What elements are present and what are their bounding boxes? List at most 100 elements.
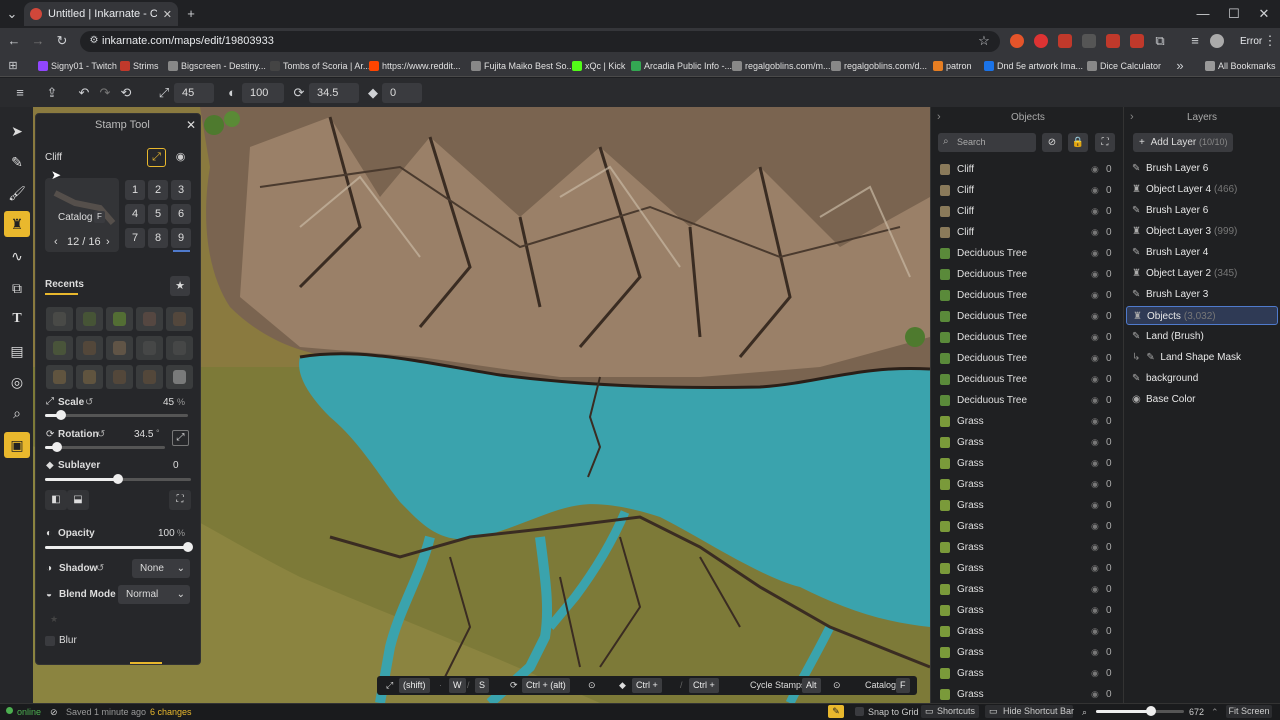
new-tab-icon[interactable]: + xyxy=(183,6,199,22)
edit-pencil-icon[interactable]: ✎ xyxy=(828,705,844,718)
blur-checkbox[interactable] xyxy=(45,636,55,646)
zoom-value[interactable]: 672 xyxy=(1189,705,1204,719)
url-field[interactable]: inkarnate.com/maps/edit/19803933 xyxy=(80,31,1000,52)
object-list-item[interactable]: Deciduous Tree ◉ 0 xyxy=(932,348,1122,369)
tab-list-icon[interactable]: ⌄ xyxy=(4,6,20,22)
notes-tool-icon[interactable]: ▤ xyxy=(4,338,30,364)
bookmark-item[interactable]: regalgoblins.com/d... xyxy=(831,58,927,74)
object-list-item[interactable]: Grass ◉ 0 xyxy=(932,558,1122,579)
layer-item[interactable]: ✎ Brush Layer 4 xyxy=(1126,243,1278,262)
extension-icon[interactable] xyxy=(1058,34,1072,48)
visibility-eye-icon[interactable]: ◉ xyxy=(1091,663,1099,684)
visibility-eye-icon[interactable]: ◉ xyxy=(1091,579,1099,600)
prev-page-icon[interactable]: ‹ xyxy=(54,236,58,248)
recent-stamp-thumbnail[interactable] xyxy=(46,365,73,389)
layer-item[interactable]: ♜ Object Layer 4 (466) xyxy=(1126,180,1278,199)
visibility-eye-icon[interactable]: ◉ xyxy=(1091,201,1099,222)
variation-button-5[interactable]: 5 xyxy=(148,204,168,224)
changes-count[interactable]: 6 changes xyxy=(150,705,192,719)
object-list-item[interactable]: Grass ◉ 0 xyxy=(932,537,1122,558)
rotation-slider-knob[interactable] xyxy=(52,442,62,452)
visibility-eye-icon[interactable]: ◉ xyxy=(1091,327,1099,348)
bookmark-item[interactable]: Arcadia Public Info -... xyxy=(631,58,732,74)
shortcuts-button[interactable]: ▭ Shortcuts xyxy=(921,705,979,718)
visibility-eye-icon[interactable]: ◉ xyxy=(1091,411,1099,432)
zoom-tool-icon[interactable]: ⌕ xyxy=(4,400,30,426)
hide-shortcut-bar-button[interactable]: ▭ Hide Shortcut Bar xyxy=(985,705,1074,718)
object-list-item[interactable]: Cliff ◉ 0 xyxy=(932,180,1122,201)
visibility-eye-icon[interactable]: ◉ xyxy=(1091,243,1099,264)
recent-stamp-thumbnail[interactable] xyxy=(76,336,103,360)
scale-slider-knob[interactable] xyxy=(55,410,66,420)
opacity-input[interactable]: 100 xyxy=(242,83,284,103)
object-list-item[interactable]: Deciduous Tree ◉ 0 xyxy=(932,306,1122,327)
apps-grid-icon[interactable]: ⊞ xyxy=(5,58,21,74)
next-page-icon[interactable]: › xyxy=(106,236,110,248)
export-icon[interactable]: ⇪ xyxy=(44,85,60,101)
extension-icon[interactable] xyxy=(1082,34,1096,48)
recent-stamp-thumbnail[interactable] xyxy=(136,336,163,360)
variation-button-6[interactable]: 6 xyxy=(171,204,191,224)
rotation-value[interactable]: 34.5 xyxy=(134,429,153,440)
variation-button-7[interactable]: 7 xyxy=(125,228,145,248)
snap-to-grid-label[interactable]: Snap to Grid xyxy=(868,705,919,719)
object-list-item[interactable]: Cliff ◉ 0 xyxy=(932,222,1122,243)
extension-icon[interactable] xyxy=(1034,34,1048,48)
layer-item[interactable]: ✎ Brush Layer 6 xyxy=(1126,159,1278,178)
color-palette-icon[interactable]: ◉ xyxy=(171,148,190,167)
visibility-eye-icon[interactable]: ◉ xyxy=(1091,180,1099,201)
maximize-icon[interactable]: ☐ xyxy=(1226,6,1242,22)
extension-icon[interactable] xyxy=(1130,34,1144,48)
visibility-eye-icon[interactable]: ◉ xyxy=(1091,285,1099,306)
recent-stamp-thumbnail[interactable] xyxy=(46,307,73,331)
globe-tool-icon[interactable]: ◎ xyxy=(4,369,30,395)
bookmark-item[interactable]: xQc | Kick xyxy=(572,58,625,74)
sublayer-input[interactable]: 0 xyxy=(382,83,422,103)
object-list-item[interactable]: Deciduous Tree ◉ 0 xyxy=(932,243,1122,264)
extension-icon[interactable] xyxy=(1010,34,1024,48)
save-tool-icon[interactable]: ▣ xyxy=(4,432,30,458)
opacity-slider-knob[interactable] xyxy=(183,542,193,552)
layer-item[interactable]: ◉ Base Color xyxy=(1126,390,1278,409)
fit-screen-button[interactable]: Fit Screen xyxy=(1226,705,1272,718)
layer-item[interactable]: ✎ Brush Layer 6 xyxy=(1126,201,1278,220)
visibility-eye-icon[interactable]: ◉ xyxy=(1091,642,1099,663)
select-tool-icon[interactable]: ➤ xyxy=(4,118,30,144)
all-bookmarks[interactable]: All Bookmarks xyxy=(1205,58,1276,74)
recent-stamp-thumbnail[interactable] xyxy=(106,307,133,331)
object-list-item[interactable]: Grass ◉ 0 xyxy=(932,579,1122,600)
site-info-icon[interactable]: ⚙ xyxy=(86,33,102,49)
menu-dots-icon[interactable]: ⋮ xyxy=(1262,33,1278,49)
bookmark-item[interactable]: Bigscreen - Destiny... xyxy=(168,58,266,74)
object-list-item[interactable]: Grass ◉ 0 xyxy=(932,621,1122,642)
object-list-item[interactable]: Deciduous Tree ◉ 0 xyxy=(932,264,1122,285)
sublayer-slider[interactable] xyxy=(45,474,191,484)
visibility-eye-icon[interactable]: ◉ xyxy=(1091,600,1099,621)
recent-stamp-thumbnail[interactable] xyxy=(106,365,133,389)
object-list-item[interactable]: Grass ◉ 0 xyxy=(932,432,1122,453)
flip-horizontal-icon[interactable]: ◧ xyxy=(45,490,67,510)
flip-vertical-icon[interactable]: ⬓ xyxy=(67,490,89,510)
visibility-eye-icon[interactable]: ◉ xyxy=(1091,453,1099,474)
bookmark-item[interactable]: Fujita Maiko Best So... xyxy=(471,58,574,74)
shapes-tool-icon[interactable]: ⧉ xyxy=(4,275,30,301)
reload-icon[interactable]: ↻ xyxy=(54,33,70,49)
bookmark-star-icon[interactable]: ☆ xyxy=(976,33,992,49)
object-list-item[interactable]: Grass ◉ 0 xyxy=(932,663,1122,684)
bookmark-item[interactable]: Dnd 5e artwork Ima... xyxy=(984,58,1083,74)
rotation-input[interactable]: 34.5 xyxy=(309,83,359,103)
visibility-eye-icon[interactable]: ◉ xyxy=(1091,390,1099,411)
random-rotation-icon[interactable]: ⤢ xyxy=(172,430,189,446)
collapse-layers-icon[interactable]: › xyxy=(1130,111,1134,123)
favorites-star-icon[interactable]: ★ xyxy=(170,276,190,296)
visibility-eye-icon[interactable]: ◉ xyxy=(1091,264,1099,285)
visibility-eye-icon[interactable]: ◉ xyxy=(1091,495,1099,516)
hide-all-icon[interactable]: ⊘ xyxy=(1042,133,1062,152)
bookmark-item[interactable]: regalgoblins.com/m... xyxy=(732,58,831,74)
history-icon[interactable]: ⟲ xyxy=(118,85,134,101)
collapse-objects-icon[interactable]: › xyxy=(937,111,941,123)
layer-item[interactable]: ♜ Object Layer 2 (345) xyxy=(1126,264,1278,283)
browser-tab[interactable]: Untitled | Inkarnate - Create Fa ✕ xyxy=(24,2,178,26)
sublayer-value[interactable]: 0 xyxy=(173,460,179,471)
zoom-stepper-icon[interactable]: ⌃ xyxy=(1211,705,1219,719)
